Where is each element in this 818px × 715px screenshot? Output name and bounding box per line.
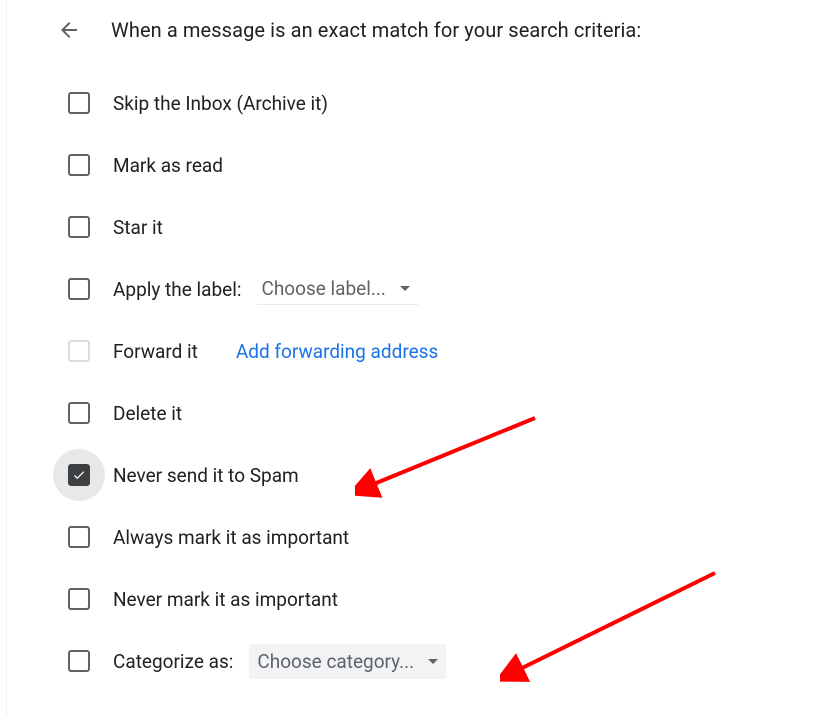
dropdown-choose-label[interactable]: Choose label... bbox=[257, 273, 417, 305]
checkbox-apply-label[interactable] bbox=[68, 278, 90, 300]
option-never-important: Never mark it as important bbox=[7, 568, 818, 630]
caret-down-icon bbox=[400, 286, 410, 291]
label-forward-it: Forward it bbox=[113, 340, 198, 363]
checkbox-always-important[interactable] bbox=[68, 526, 90, 548]
label-star-it: Star it bbox=[113, 216, 163, 239]
checkbox-categorize[interactable] bbox=[68, 650, 90, 672]
option-star-it: Star it bbox=[7, 196, 818, 258]
check-icon bbox=[72, 468, 86, 482]
label-categorize: Categorize as: bbox=[113, 650, 233, 673]
checkbox-never-important[interactable] bbox=[68, 588, 90, 610]
checkbox-never-spam[interactable] bbox=[68, 464, 90, 486]
dropdown-choose-category-text: Choose category... bbox=[257, 650, 414, 673]
checkbox-skip-inbox[interactable] bbox=[68, 92, 90, 114]
option-delete-it: Delete it bbox=[7, 382, 818, 444]
checkbox-mark-read[interactable] bbox=[68, 154, 90, 176]
page-title: When a message is an exact match for you… bbox=[111, 18, 641, 42]
link-add-forwarding[interactable]: Add forwarding address bbox=[236, 340, 438, 363]
option-forward-it: Forward it Add forwarding address bbox=[7, 320, 818, 382]
label-delete-it: Delete it bbox=[113, 402, 182, 425]
checkbox-forward-it[interactable] bbox=[68, 340, 90, 362]
option-categorize: Categorize as: Choose category... bbox=[7, 630, 818, 692]
arrow-left-icon bbox=[57, 18, 81, 42]
option-mark-read: Mark as read bbox=[7, 134, 818, 196]
label-never-spam: Never send it to Spam bbox=[113, 464, 299, 487]
label-never-important: Never mark it as important bbox=[113, 588, 338, 611]
option-never-spam: Never send it to Spam bbox=[7, 444, 818, 506]
label-skip-inbox: Skip the Inbox (Archive it) bbox=[113, 92, 328, 115]
option-skip-inbox: Skip the Inbox (Archive it) bbox=[7, 72, 818, 134]
label-mark-read: Mark as read bbox=[113, 154, 223, 177]
dropdown-choose-label-text: Choose label... bbox=[261, 277, 385, 300]
caret-down-icon bbox=[428, 659, 438, 664]
label-apply-label: Apply the label: bbox=[113, 278, 241, 301]
checkbox-delete-it[interactable] bbox=[68, 402, 90, 424]
option-always-important: Always mark it as important bbox=[7, 506, 818, 568]
label-always-important: Always mark it as important bbox=[113, 526, 349, 549]
header-row: When a message is an exact match for you… bbox=[7, 18, 818, 42]
back-button[interactable] bbox=[57, 18, 81, 42]
dropdown-choose-category[interactable]: Choose category... bbox=[249, 644, 446, 679]
option-apply-label: Apply the label: Choose label... bbox=[7, 258, 818, 320]
checkbox-star-it[interactable] bbox=[68, 216, 90, 238]
